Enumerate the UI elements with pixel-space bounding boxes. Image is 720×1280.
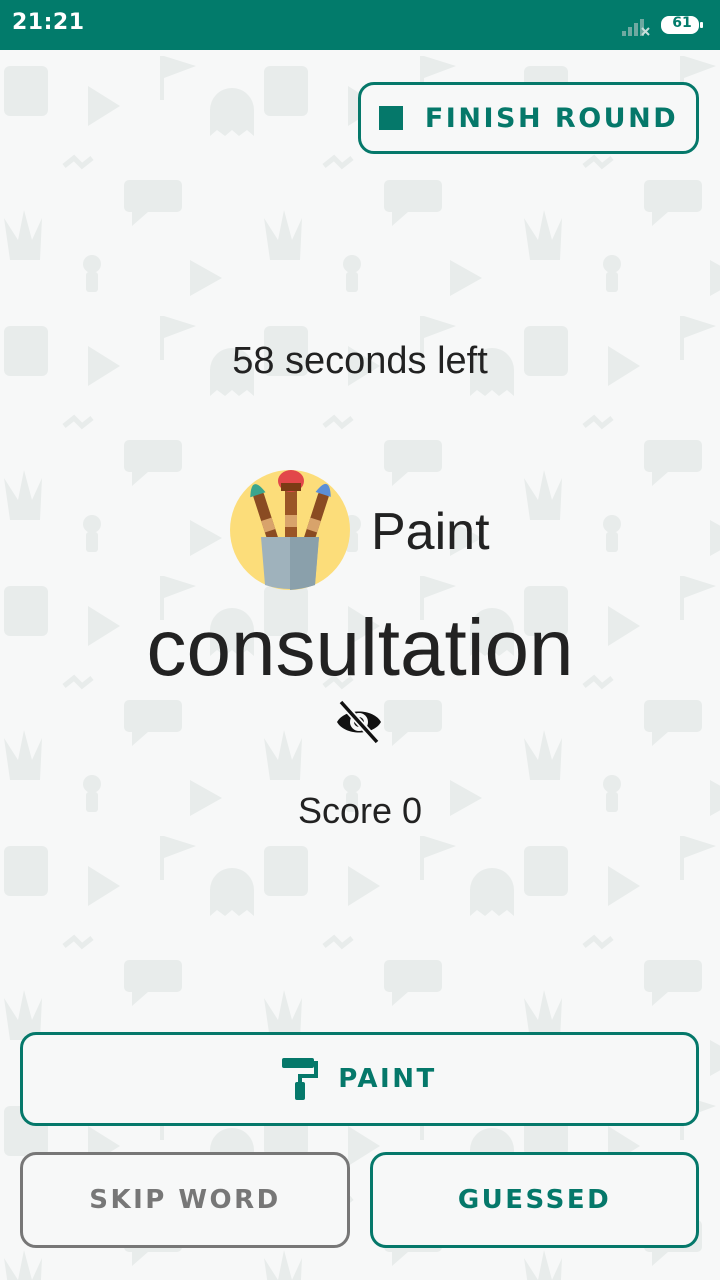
stop-icon bbox=[378, 106, 403, 130]
status-bar: 21:21 61 bbox=[0, 0, 720, 50]
skip-word-label: SKIP WORD bbox=[89, 1185, 281, 1215]
secret-word: consultation bbox=[146, 603, 574, 692]
signal-icon bbox=[622, 19, 650, 36]
paint-button[interactable]: PAINT bbox=[20, 1032, 699, 1126]
status-time: 21:21 bbox=[12, 10, 85, 35]
timer-text: 58 seconds left bbox=[232, 340, 488, 382]
battery-level: 61 bbox=[672, 15, 692, 31]
paint-label: PAINT bbox=[338, 1064, 437, 1094]
paint-brushes-icon bbox=[230, 470, 350, 590]
eye-off-icon[interactable] bbox=[335, 698, 383, 746]
paint-roller-icon bbox=[282, 1058, 319, 1100]
finish-round-label: FINISH ROUND bbox=[424, 102, 679, 134]
score-text: Score 0 bbox=[297, 790, 423, 831]
skip-word-button[interactable]: SKIP WORD bbox=[20, 1152, 350, 1248]
guessed-button[interactable]: GUESSED bbox=[370, 1152, 699, 1248]
finish-round-button[interactable]: FINISH ROUND bbox=[358, 82, 699, 154]
guessed-label: GUESSED bbox=[457, 1185, 612, 1215]
category-label: Paint bbox=[371, 503, 490, 561]
